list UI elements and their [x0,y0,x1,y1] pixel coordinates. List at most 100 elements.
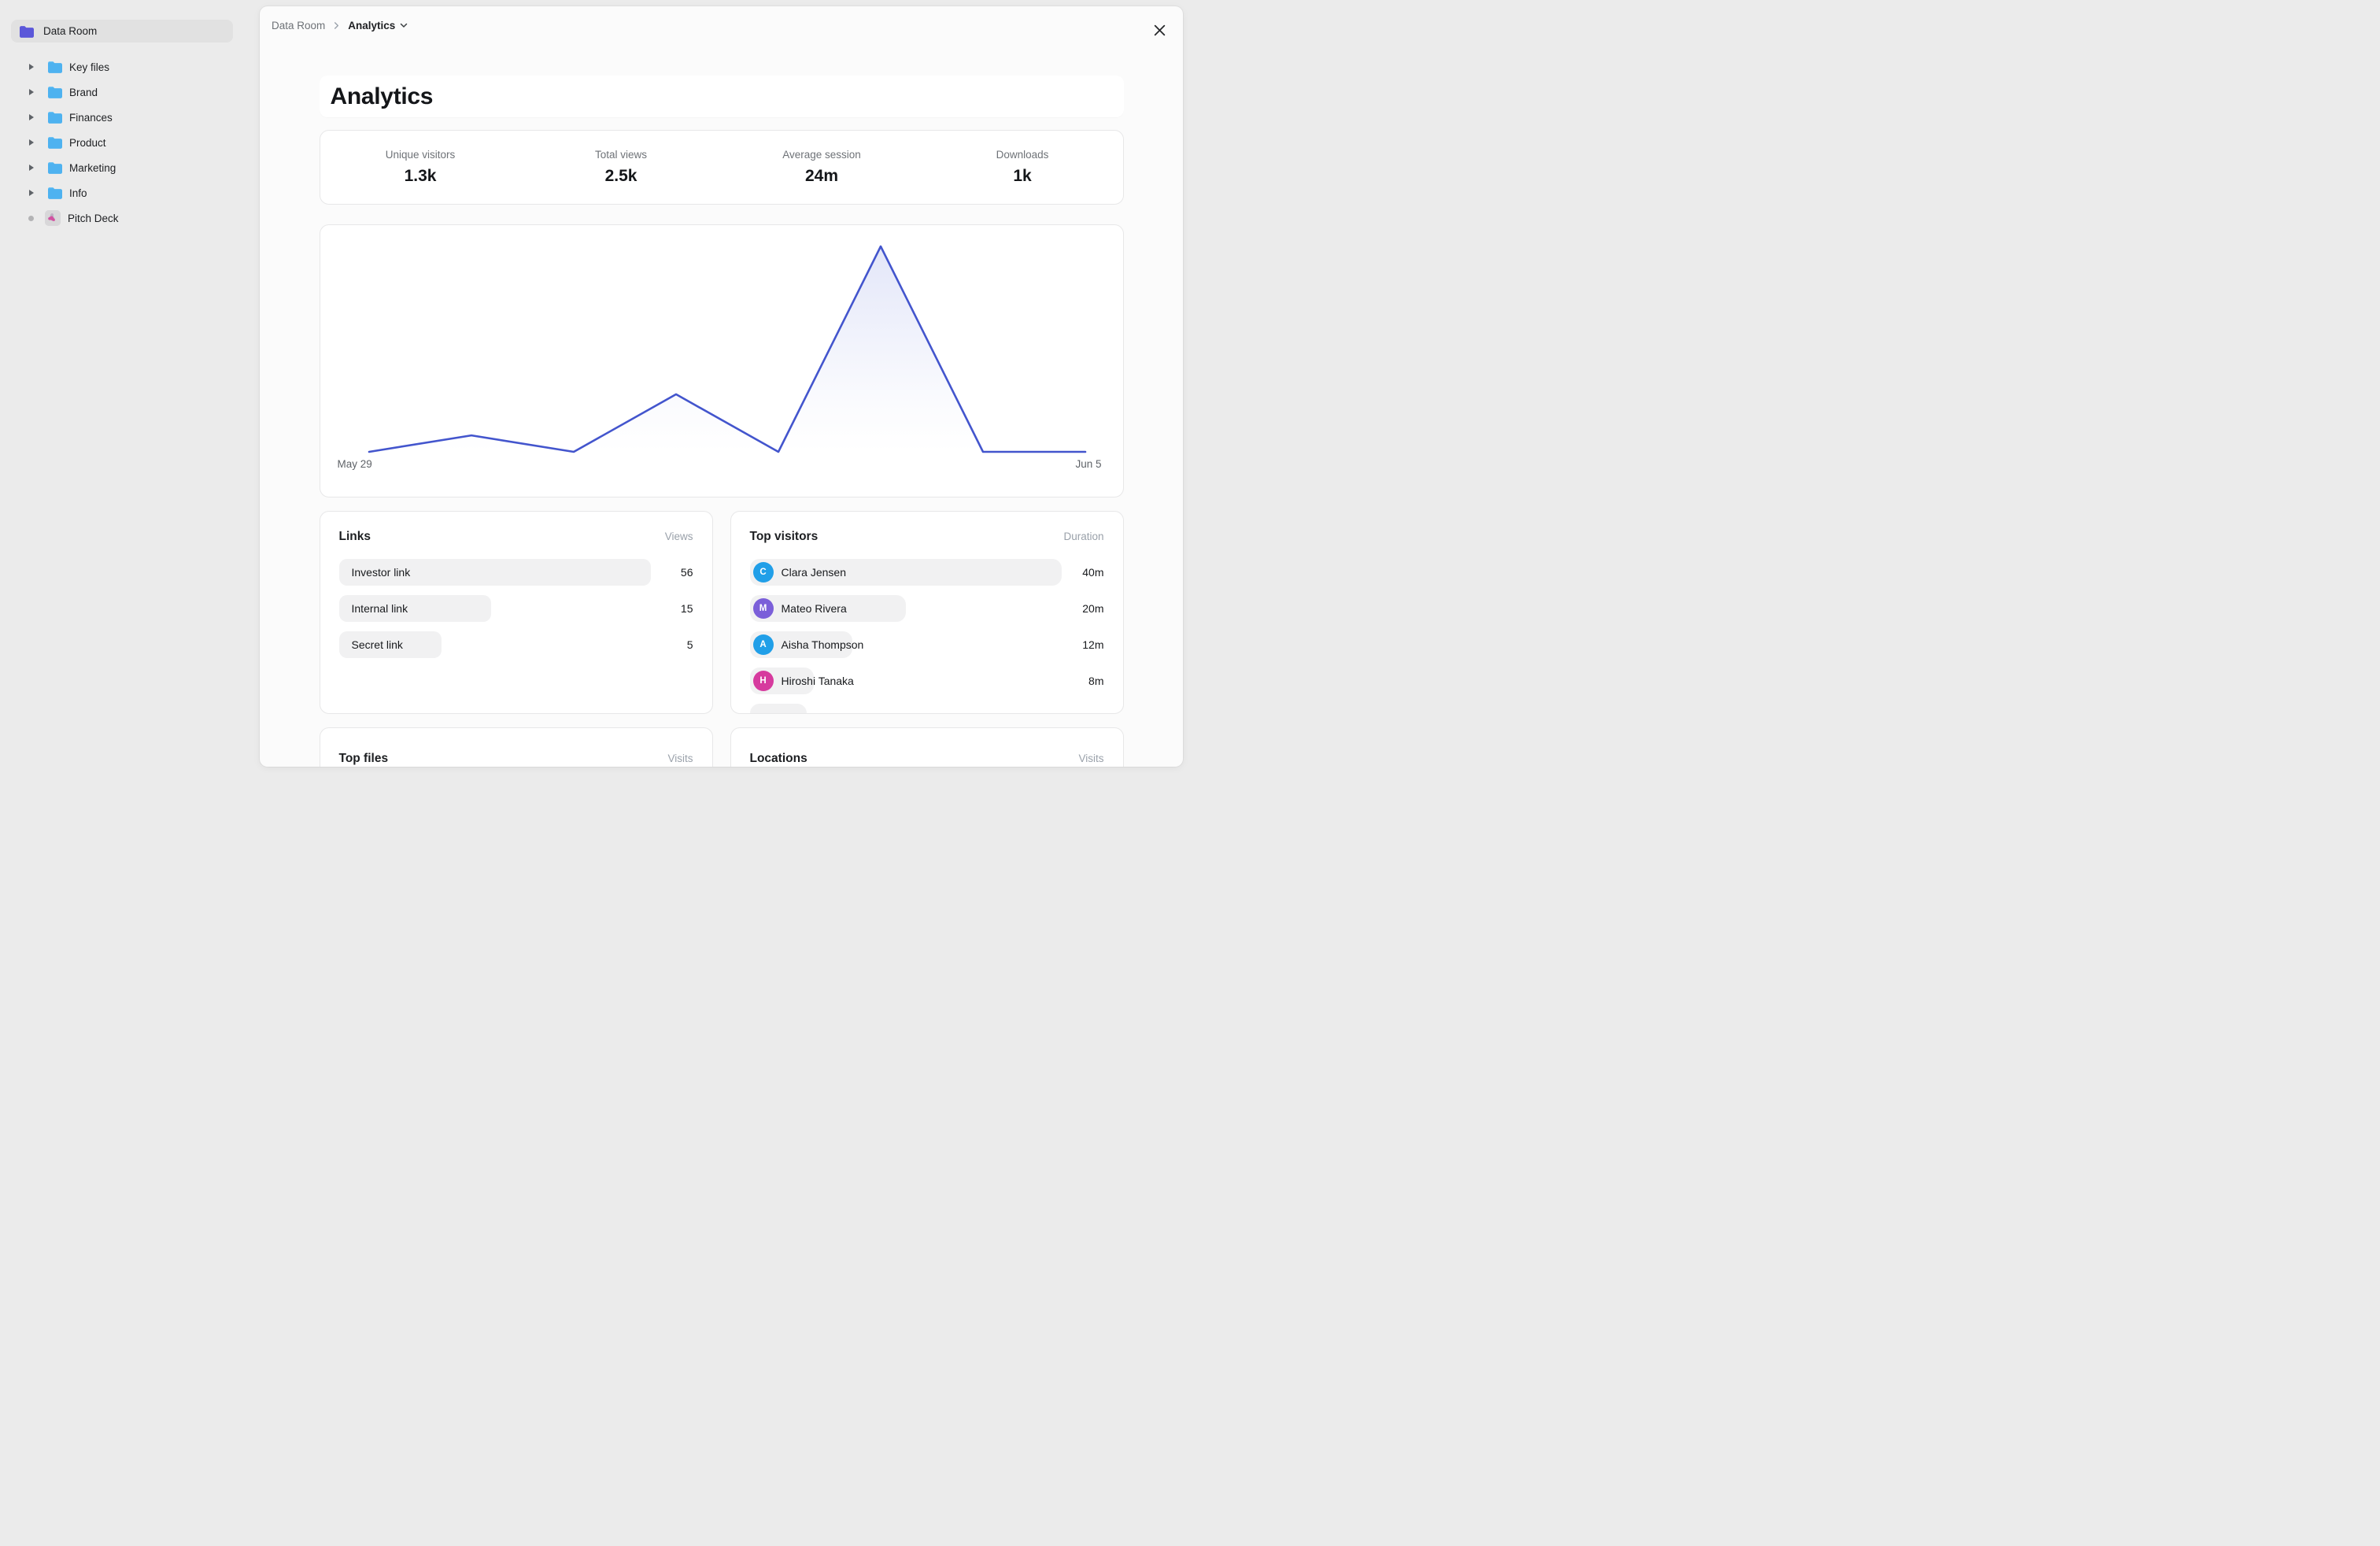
stat-label: Downloads [996,149,1049,161]
page-title-band: Analytics [320,76,1124,117]
stat-downloads: Downloads 1k [922,149,1123,186]
disclosure-caret-icon[interactable] [25,89,38,95]
chevron-down-icon [399,20,408,30]
stat-label: Average session [782,149,861,161]
analytics-modal: Data Room Analytics Analytics Unique vis… [260,6,1183,767]
visits-column-header: Visits [667,753,693,764]
visitor-row-aisha-thompson[interactable]: AAisha Thompson12m [750,631,1104,658]
card-title: Locations [750,752,808,766]
chart-area-fill [369,246,1085,452]
visitor-row-mateo-rivera[interactable]: M Mateo Rivera 20m [750,595,1104,622]
sidebar-item-label: Data Room [43,25,97,37]
lists-row: Links Views Investor link 56 Internal link… [320,511,1124,714]
disclosure-caret-icon[interactable] [25,139,38,146]
sidebar-folder-tree: Key files Brand Finances Product MarketingIn… [19,54,246,231]
stat-value: 24m [805,167,838,186]
x-axis-tick-end: Jun 5 [1075,458,1101,470]
folder-icon [47,61,63,73]
top-visitors-card: Top visitors Duration C Clara Jensen 40m MM… [730,511,1124,714]
modal-header: Data Room Analytics [260,6,1183,33]
breadcrumb-current-label: Analytics [348,20,395,31]
disclosure-caret-icon[interactable] [25,114,38,120]
disclosure-caret-icon[interactable] [25,165,38,171]
link-views-value: 5 [687,638,693,651]
avatar: M [753,598,774,619]
breadcrumb-data-room[interactable]: Data Room [272,20,325,31]
stat-value: 1k [1013,167,1031,186]
visitor-row-hiroshi-tanaka[interactable]: HHiroshi Tanaka8m [750,668,1104,694]
folder-icon [47,136,63,149]
sidebar-item-key-files[interactable]: Key files [19,54,246,80]
x-axis-tick-start: May 29 [338,458,372,470]
chevron-right-icon [332,21,341,30]
visitor-row-partial[interactable] [750,704,1104,714]
link-views-value: 15 [681,602,693,615]
app-window: Data Room Key files Brand Finances Product M… [0,0,1190,773]
sidebar-item-finances[interactable]: Finances [19,105,246,130]
link-row-secret-link[interactable]: Secret link 5 [339,631,693,658]
breadcrumb-analytics-dropdown[interactable]: Analytics [348,20,408,31]
folder-icon [47,161,63,174]
link-views-value: 56 [681,566,693,579]
folder-icon [47,86,63,98]
top-visitors-card-header: Top visitors Duration [750,530,1104,544]
stat-value: 2.5k [605,167,638,186]
stat-average-session: Average session 24m [722,149,922,186]
stats-summary-card: Unique visitors1.3kTotal views2.5kAverag… [320,130,1124,205]
avatar: H [753,671,774,691]
visitor-name: Mateo Rivera [782,602,847,615]
folder-icon [47,111,63,124]
page-title: Analytics [331,83,434,110]
links-views-column-header: Views [665,531,693,542]
visitor-name: Clara Jensen [782,566,847,579]
top-visitors-title: Top visitors [750,530,819,544]
locations-card-header: Locations Visits [750,752,1104,766]
stat-value: 1.3k [405,167,437,186]
sidebar-item-label: Product [69,137,106,149]
pitch-deck-thumbnail-icon [45,210,61,226]
disclosure-caret-icon[interactable] [25,64,38,70]
visitor-duration-value: 12m [1082,638,1103,651]
analytics-content: Analytics Unique visitors1.3kTotal views… [320,76,1124,767]
document-bullet-icon [28,216,34,221]
links-card: Links Views Investor link 56 Internal link… [320,511,713,714]
links-title: Links [339,530,371,544]
links-card-header: Links Views [339,530,693,544]
sidebar-item-label: Finances [69,112,113,124]
top-visitors-rows: CClara Jensen40mMMateo Rivera20mAAisha T… [750,559,1104,714]
sidebar-item-label: Key files [69,61,109,73]
folder-icon [47,187,63,199]
stat-unique-visitors: Unique visitors1.3k [320,149,521,186]
visitor-name: Aisha Thompson [782,638,864,651]
visits-column-header: Visits [1078,753,1103,764]
sidebar-item-data-room[interactable]: Data Room [11,20,233,43]
top-files-card: Top files Visits [320,727,713,767]
link-row-internal-link[interactable]: Internal link 15 [339,595,693,622]
close-icon [1153,24,1166,37]
views-line-chart [320,225,1123,497]
sidebar-item-label: Pitch Deck [68,213,119,224]
duration-column-header: Duration [1063,531,1103,542]
sidebar-item-pitch-deck[interactable]: Pitch Deck [19,205,246,231]
sidebar-item-product[interactable]: Product [19,130,246,155]
close-button[interactable] [1147,17,1172,43]
links-rows: Investor link 56 Internal link 15 Secret lin… [339,559,693,658]
avatar: C [753,562,774,583]
top-files-card-header: Top files Visits [339,752,693,766]
sidebar-item-marketing[interactable]: Marketing [19,155,246,180]
card-title: Top files [339,752,389,766]
link-label: Internal link [352,602,408,615]
visitor-duration-value: 20m [1082,602,1103,615]
link-label: Investor link [352,566,411,579]
disclosure-caret-icon[interactable] [25,190,38,196]
visitor-row-clara-jensen[interactable]: C Clara Jensen 40m [750,559,1104,586]
stat-total-views: Total views2.5k [521,149,722,186]
sidebar: Data Room Key files Brand Finances Product M… [0,0,260,773]
sidebar-item-info[interactable]: Info [19,180,246,205]
visitor-name: Hiroshi Tanaka [782,675,854,687]
link-row-investor-link[interactable]: Investor link 56 [339,559,693,586]
link-label: Secret link [352,638,403,651]
visitor-duration-value: 40m [1082,566,1103,579]
sidebar-item-brand[interactable]: Brand [19,80,246,105]
visitor-duration-bar [750,704,807,714]
